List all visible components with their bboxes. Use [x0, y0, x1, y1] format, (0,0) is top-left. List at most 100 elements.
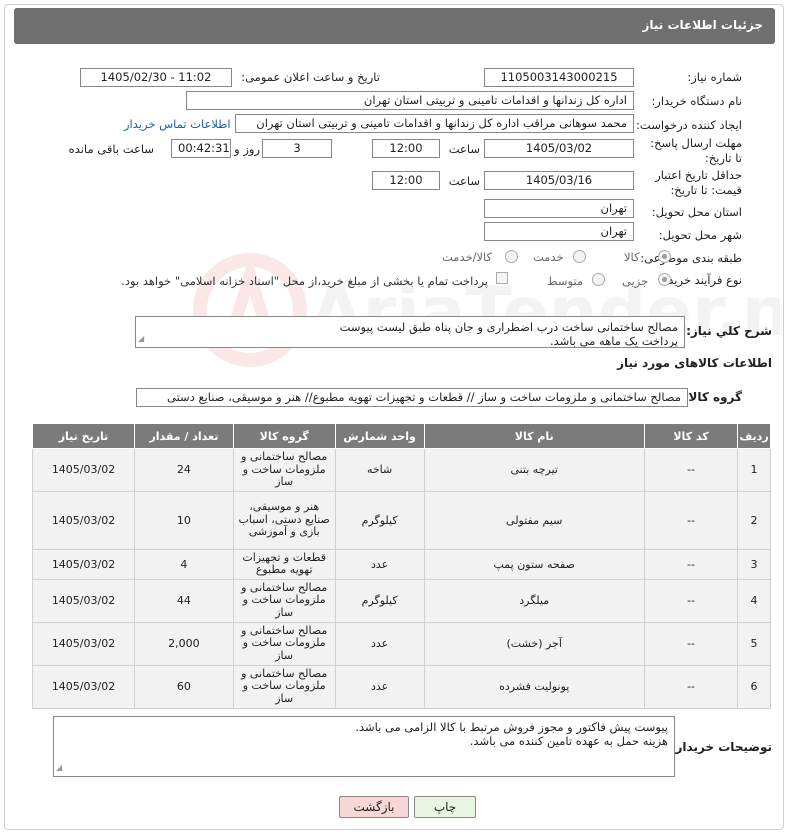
- need-number-field: 1105003143000215: [484, 68, 634, 87]
- row-number: 6: [737, 664, 771, 709]
- back-button[interactable]: بازگشت: [339, 796, 409, 818]
- item-group: مصالح ساختمانی و ملزومات ساخت و ساز: [232, 448, 336, 492]
- contact-buyer-link[interactable]: اطلاعات تماس خریدار: [124, 117, 231, 131]
- process-label: نوع فرآیند خرید :: [660, 273, 742, 287]
- buyer-notes-label: توضیحات خریدار:: [670, 740, 772, 754]
- description-line-2: پرداخت یک ماهه می باشد.: [549, 334, 678, 348]
- item-code: --: [643, 548, 739, 580]
- header-need-date: تاریخ نیاز: [31, 423, 136, 449]
- deadline-time-field: 12:00: [372, 139, 440, 158]
- item-unit: کیلوگرم: [334, 490, 425, 550]
- item-name: صفحه ستون پمپ: [423, 548, 645, 580]
- items-table: ردیف کد کالا نام کالا واحد شمارش گروه کا…: [31, 423, 771, 709]
- table-row: 1 -- تیرچه بتنی شاخه مصالح ساختمانی و مل…: [31, 448, 771, 492]
- category-option-goods-service: کالا/خدمت: [442, 250, 493, 264]
- item-quantity: 4: [134, 548, 234, 580]
- item-quantity: 2,000: [134, 621, 234, 666]
- deadline-date-field: 1405/03/02: [484, 139, 634, 158]
- creator-field: محمد سوهانی مراقب اداره کل زندانها و اقد…: [235, 114, 634, 133]
- treasury-payment-note: پرداخت تمام یا بخشی از مبلغ خرید،از محل …: [121, 274, 488, 288]
- category-option-goods: کالا: [624, 250, 640, 264]
- process-option-minor: جزیی: [622, 274, 649, 288]
- item-need-date: 1405/03/02: [31, 578, 136, 623]
- buyer-notes-textarea[interactable]: پیوست پیش فاکتور و مجوز فروش مرتبط با کا…: [53, 716, 675, 777]
- need-number-label: شماره نیاز:: [687, 70, 742, 84]
- row-number: 4: [737, 578, 771, 623]
- buyer-org-label: نام دستگاه خریدار:: [651, 94, 742, 108]
- category-radio-goods[interactable]: [658, 250, 671, 263]
- print-button[interactable]: چاپ: [414, 796, 476, 818]
- item-unit: عدد: [334, 548, 425, 580]
- item-code: --: [643, 578, 739, 623]
- table-row: 4 -- میلگرد کیلوگرم مصالح ساختمانی و ملز…: [31, 578, 771, 623]
- category-radio-goods-service[interactable]: [505, 250, 518, 263]
- header-quantity: تعداد / مقدار: [134, 423, 234, 449]
- resize-grip-icon[interactable]: ◢: [56, 761, 62, 775]
- item-need-date: 1405/03/02: [31, 664, 136, 709]
- header-item-group: گروه کالا: [232, 423, 336, 449]
- item-group: مصالح ساختمانی و ملزومات ساخت و ساز: [232, 578, 336, 623]
- process-radio-minor[interactable]: [658, 273, 671, 286]
- buyer-org-field: اداره کل زندانها و اقدامات تامینی و تربی…: [186, 91, 634, 110]
- validity-time-field: 12:00: [372, 171, 440, 190]
- buyer-notes-line-1: پیوست پیش فاکتور و مجوز فروش مرتبط با کا…: [355, 720, 668, 734]
- province-field: تهران: [484, 199, 634, 218]
- description-line-1: مصالح ساختمانی ساخت درب اضطراری و جان پن…: [339, 320, 678, 334]
- item-group: قطعات و تجهیزات تهویه مطبوع: [232, 548, 336, 580]
- treasury-payment-checkbox[interactable]: [496, 272, 508, 284]
- days-field: 3: [262, 139, 332, 158]
- item-quantity: 10: [134, 490, 234, 550]
- page-title: جزئیات اطلاعات نیاز: [642, 18, 763, 32]
- row-number: 2: [737, 490, 771, 550]
- row-number: 3: [737, 548, 771, 580]
- announce-label: تاریخ و ساعت اعلان عمومی:: [241, 70, 380, 84]
- process-option-medium: متوسط: [547, 274, 584, 288]
- items-section-title: اطلاعات کالاهای مورد نیاز: [617, 356, 772, 370]
- item-code: --: [643, 621, 739, 666]
- item-group: مصالح ساختمانی و ملزومات ساخت و ساز: [232, 664, 336, 709]
- description-textarea[interactable]: مصالح ساختمانی ساخت درب اضطراری و جان پن…: [135, 316, 685, 348]
- goods-group-field: مصالح ساختمانی و ملزومات ساخت و ساز // ق…: [136, 388, 688, 407]
- header-item-code: کد کالا: [643, 423, 739, 449]
- item-need-date: 1405/03/02: [31, 621, 136, 666]
- item-code: --: [643, 664, 739, 709]
- table-row: 5 -- آجر (خشت) عدد مصالح ساختمانی و ملزو…: [31, 621, 771, 666]
- item-name: آجر (خشت): [423, 621, 645, 666]
- item-quantity: 24: [134, 448, 234, 492]
- goods-group-label: گروه کالا:: [683, 390, 742, 404]
- item-need-date: 1405/03/02: [31, 448, 136, 492]
- announce-field: 1405/02/30 - 11:02: [80, 68, 232, 87]
- item-need-date: 1405/03/02: [31, 490, 136, 550]
- header-item-name: نام کالا: [423, 423, 645, 449]
- category-option-service: خدمت: [533, 250, 564, 264]
- item-group: مصالح ساختمانی و ملزومات ساخت و ساز: [232, 621, 336, 666]
- item-quantity: 44: [134, 578, 234, 623]
- description-label: شرح کلي نياز:: [686, 324, 772, 338]
- item-code: --: [643, 448, 739, 492]
- validity-label: حداقل تاریخ اعتبار قیمت: تا تاریخ:: [655, 168, 742, 197]
- item-name: تیرچه بتنی: [423, 448, 645, 492]
- page-header: جزئیات اطلاعات نیاز: [14, 8, 775, 44]
- category-label: طبقه بندی موضوعی:: [640, 251, 742, 265]
- category-radio-service[interactable]: [573, 250, 586, 263]
- remaining-label: ساعت باقی مانده: [68, 142, 154, 156]
- item-unit: کیلوگرم: [334, 578, 425, 623]
- row-number: 1: [737, 448, 771, 492]
- city-field: تهران: [484, 222, 634, 241]
- header-unit: واحد شمارش: [334, 423, 425, 449]
- item-need-date: 1405/03/02: [31, 548, 136, 580]
- item-name: پونولیت فشرده: [423, 664, 645, 709]
- row-number: 5: [737, 621, 771, 666]
- item-quantity: 60: [134, 664, 234, 709]
- item-unit: عدد: [334, 621, 425, 666]
- item-code: --: [643, 490, 739, 550]
- creator-label: ایجاد کننده درخواست:: [636, 118, 742, 132]
- buyer-notes-line-2: هزینه حمل به عهده تامین کننده می باشد.: [469, 734, 668, 748]
- table-header-row: ردیف کد کالا نام کالا واحد شمارش گروه کا…: [31, 423, 771, 449]
- item-name: سیم مفتولی: [423, 490, 645, 550]
- resize-grip-icon[interactable]: ◢: [138, 332, 144, 346]
- item-unit: شاخه: [334, 448, 425, 492]
- city-label: شهر محل تحویل:: [658, 228, 742, 242]
- process-radio-medium[interactable]: [592, 273, 605, 286]
- table-row: 3 -- صفحه ستون پمپ عدد قطعات و تجهیزات ت…: [31, 548, 771, 580]
